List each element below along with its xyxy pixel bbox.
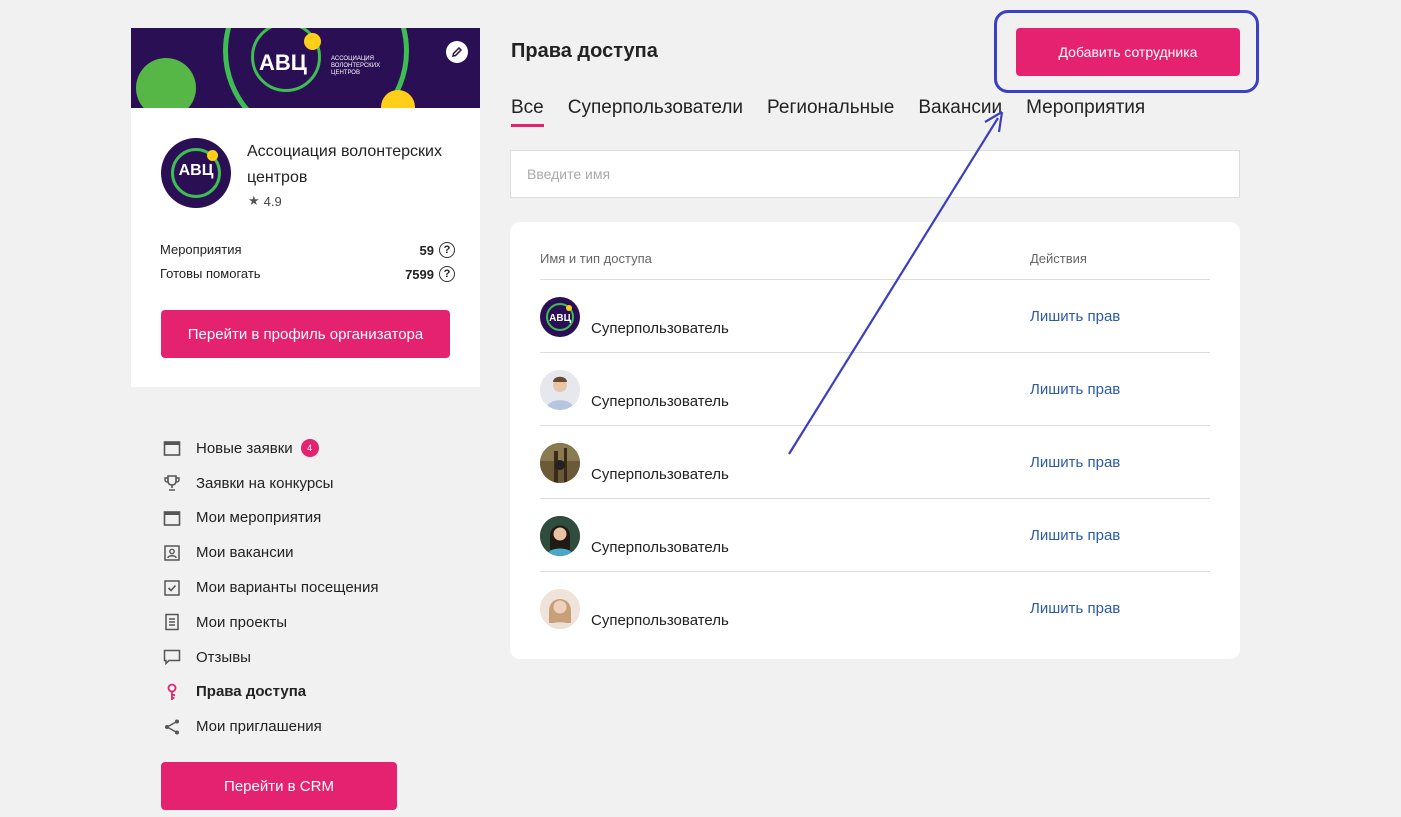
revoke-rights-link[interactable]: Лишить прав xyxy=(1030,454,1120,471)
divider xyxy=(540,352,1210,353)
checkbox-icon xyxy=(161,578,183,598)
divider xyxy=(540,571,1210,572)
divider xyxy=(540,279,1210,280)
banner-decoration xyxy=(136,58,196,108)
column-header-actions: Действия xyxy=(1030,251,1087,266)
star-icon: ★ xyxy=(248,193,260,208)
sidebar-item-access-rights[interactable]: Права доступа xyxy=(161,675,378,710)
calendar-icon xyxy=(161,508,183,528)
edit-banner-button[interactable] xyxy=(446,41,468,63)
banner-decoration xyxy=(304,33,321,50)
go-to-crm-button[interactable]: Перейти в CRM xyxy=(161,762,397,810)
revoke-rights-link[interactable]: Лишить прав xyxy=(1030,527,1120,544)
access-type: Суперпользователь xyxy=(591,393,729,410)
sidebar-item-reviews[interactable]: Отзывы xyxy=(161,640,378,675)
page-title: Права доступа xyxy=(511,40,658,62)
access-tabs: Все Суперпользователи Региональные Вакан… xyxy=(511,97,1145,127)
annotation-highlight-box xyxy=(994,10,1259,93)
access-type: Суперпользователь xyxy=(591,539,729,556)
svg-text:АВЦ: АВЦ xyxy=(549,313,571,324)
banner-subtitle: Ассоциация волонтерских центров xyxy=(331,56,381,76)
sidebar-item-my-invitations[interactable]: Мои приглашения xyxy=(161,709,378,744)
sidebar-item-label: Мои приглашения xyxy=(196,718,322,736)
revoke-rights-link[interactable]: Лишить прав xyxy=(1030,600,1120,617)
avatar xyxy=(540,589,580,629)
sidebar-menu: Новые заявки 4 Заявки на конкурсы Мои ме… xyxy=(161,431,378,744)
stat-label: Готовы помогать xyxy=(160,266,261,281)
org-banner: АВЦ Ассоциация волонтерских центров xyxy=(131,28,480,108)
help-icon[interactable]: ? xyxy=(439,266,455,282)
org-avatar: АВЦ xyxy=(161,138,231,208)
avatar xyxy=(540,516,580,556)
sidebar-item-new-requests[interactable]: Новые заявки 4 xyxy=(161,431,378,466)
sidebar-item-contest-requests[interactable]: Заявки на конкурсы xyxy=(161,466,378,501)
search-input[interactable] xyxy=(510,150,1240,198)
sidebar-item-label: Мои мероприятия xyxy=(196,509,322,527)
organizer-card: АВЦ Ассоциация волонтерских центров АВЦ … xyxy=(131,28,480,387)
document-icon xyxy=(161,612,183,632)
tab-vacancies[interactable]: Вакансии xyxy=(918,97,1002,125)
avatar xyxy=(540,370,580,410)
calendar-icon xyxy=(161,438,183,458)
org-rating: ★ 4.9 xyxy=(248,193,282,209)
stat-row-helpers: Готовы помогать 7599? xyxy=(160,266,455,282)
key-icon xyxy=(161,682,183,702)
help-icon[interactable]: ? xyxy=(439,242,455,258)
stat-row-events: Мероприятия 59? xyxy=(160,242,455,258)
revoke-rights-link[interactable]: Лишить прав xyxy=(1030,381,1120,398)
sidebar-item-label: Отзывы xyxy=(196,648,251,666)
count-badge: 4 xyxy=(300,439,319,458)
avatar xyxy=(540,443,580,483)
stat-label: Мероприятия xyxy=(160,242,242,257)
go-to-profile-button[interactable]: Перейти в профиль организатора xyxy=(161,310,450,358)
revoke-rights-link[interactable]: Лишить прав xyxy=(1030,308,1120,325)
sidebar-item-my-vacancies[interactable]: Мои вакансии xyxy=(161,535,378,570)
access-type: Суперпользователь xyxy=(591,320,729,337)
sidebar-item-visit-options[interactable]: Мои варианты посещения xyxy=(161,570,378,605)
sidebar-item-my-events[interactable]: Мои мероприятия xyxy=(161,501,378,536)
tab-superusers[interactable]: Суперпользователи xyxy=(568,97,743,125)
tab-regional[interactable]: Региональные xyxy=(767,97,894,125)
share-icon xyxy=(161,717,183,737)
sidebar-item-label: Мои варианты посещения xyxy=(196,579,379,597)
person-card-icon xyxy=(161,543,183,563)
divider xyxy=(540,425,1210,426)
access-type: Суперпользователь xyxy=(591,466,729,483)
sidebar-item-label: Права доступа xyxy=(196,683,307,701)
pencil-icon xyxy=(452,46,463,57)
comment-icon xyxy=(161,647,183,667)
tab-all[interactable]: Все xyxy=(511,97,544,127)
org-name: Ассоциация волонтерских центров xyxy=(247,143,442,186)
sidebar-item-label: Новые заявки xyxy=(196,439,293,457)
stat-value: 59 xyxy=(419,242,434,258)
sidebar-item-label: Мои проекты xyxy=(196,613,288,631)
access-type: Суперпользователь xyxy=(591,612,729,629)
sidebar-item-label: Мои вакансии xyxy=(196,544,294,562)
tab-events[interactable]: Мероприятия xyxy=(1026,97,1145,125)
stat-value: 7599 xyxy=(405,266,434,282)
banner-logo: АВЦ xyxy=(259,50,307,75)
divider xyxy=(540,498,1210,499)
access-table: Имя и тип доступа Действия АВЦ Суперполь… xyxy=(510,222,1240,659)
sidebar-item-my-projects[interactable]: Мои проекты xyxy=(161,605,378,640)
trophy-icon xyxy=(161,473,183,493)
column-header-name: Имя и тип доступа xyxy=(540,251,652,266)
rating-value: 4.9 xyxy=(263,193,282,209)
avatar: АВЦ xyxy=(540,297,580,337)
sidebar-item-label: Заявки на конкурсы xyxy=(196,474,334,492)
